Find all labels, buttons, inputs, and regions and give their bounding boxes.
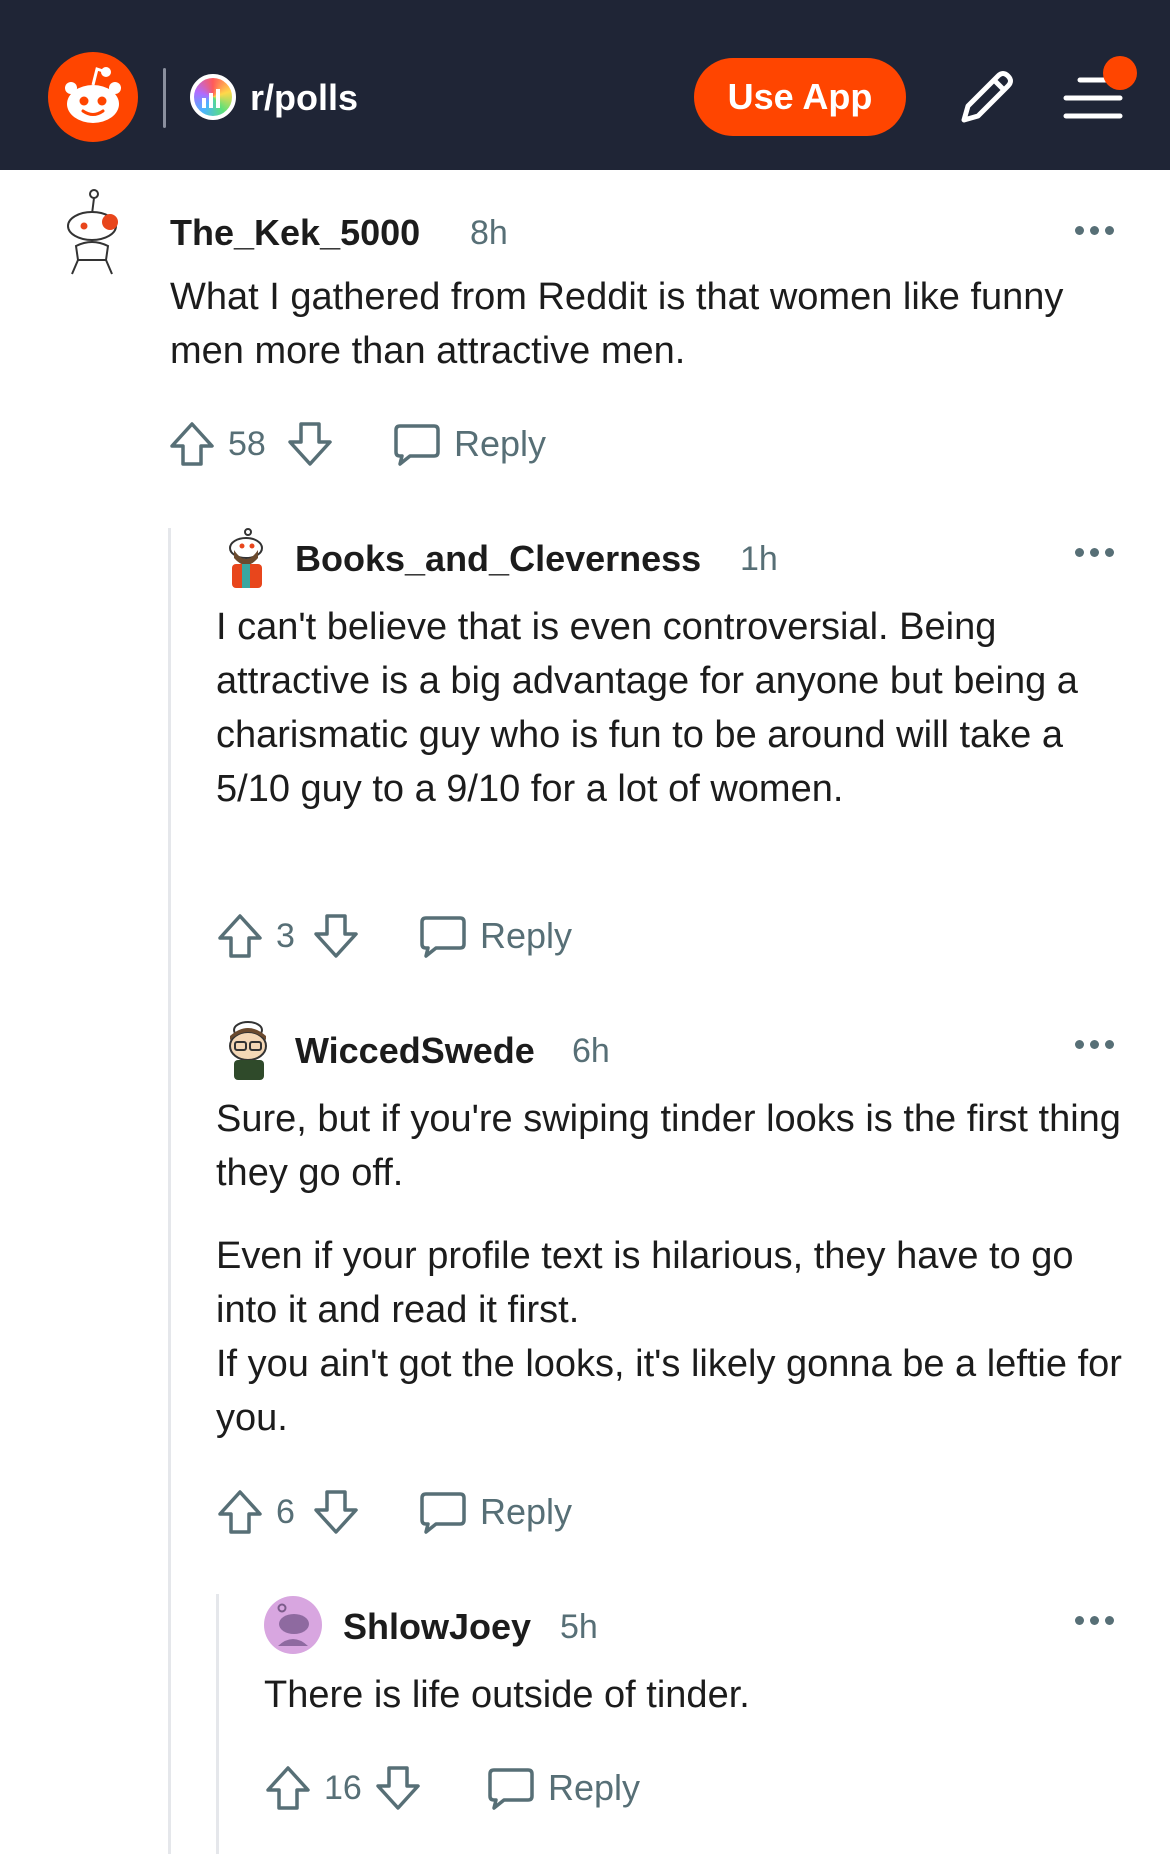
vote-score: 58 xyxy=(228,425,266,463)
avatar[interactable] xyxy=(220,528,274,590)
reply-button[interactable]: Reply xyxy=(486,1762,656,1816)
more-options-icon[interactable] xyxy=(1075,543,1125,563)
comment-username[interactable]: ShlowJoey xyxy=(343,1605,531,1649)
comment-timestamp: 6h xyxy=(572,1032,610,1070)
comment-username[interactable]: Books_and_Cleverness xyxy=(295,537,701,581)
downvote-icon[interactable] xyxy=(312,912,360,960)
more-options-icon[interactable] xyxy=(1075,1611,1125,1631)
avatar[interactable] xyxy=(264,1596,322,1654)
upvote-icon[interactable] xyxy=(216,912,264,960)
vote-score: 3 xyxy=(276,917,295,955)
downvote-icon[interactable] xyxy=(312,1488,360,1536)
upvote-icon[interactable] xyxy=(264,1764,312,1812)
reply-label: Reply xyxy=(480,915,573,956)
top-bar: r/polls Use App xyxy=(0,0,1170,170)
more-options-icon[interactable] xyxy=(1075,221,1125,241)
comment-body: There is life outside of tinder. xyxy=(264,1674,750,1716)
vote-score: 6 xyxy=(276,1493,295,1531)
comment-timestamp: 5h xyxy=(560,1608,598,1646)
comment-actions: 3 Reply xyxy=(216,910,636,964)
reply-label: Reply xyxy=(480,1491,573,1532)
header-divider xyxy=(163,68,166,128)
comment-username[interactable]: The_Kek_5000 xyxy=(170,211,420,255)
reply-label: Reply xyxy=(454,423,547,464)
upvote-icon[interactable] xyxy=(168,420,216,468)
comment-actions: 58 Reply xyxy=(168,418,588,472)
downvote-icon[interactable] xyxy=(286,420,334,468)
more-options-icon[interactable] xyxy=(1075,1035,1125,1055)
avatar[interactable] xyxy=(56,186,126,278)
comment-actions: 6 Reply xyxy=(216,1486,636,1540)
thread-line[interactable] xyxy=(168,528,171,1854)
thread-line[interactable] xyxy=(216,1594,219,1854)
reddit-logo-icon[interactable] xyxy=(48,52,138,142)
comment-timestamp: 8h xyxy=(470,214,508,252)
comment-body: If you ain't got the looks, it's likely … xyxy=(216,1343,1122,1439)
reply-button[interactable]: Reply xyxy=(418,1486,588,1540)
avatar[interactable] xyxy=(222,1018,276,1082)
comment-body: What I gathered from Reddit is that wome… xyxy=(170,276,1064,372)
vote-score: 16 xyxy=(324,1769,362,1807)
comment-body: Sure, but if you're swiping tinder looks… xyxy=(216,1098,1121,1194)
upvote-icon[interactable] xyxy=(216,1488,264,1536)
comment-body: I can't believe that is even controversi… xyxy=(216,606,1078,810)
reply-button[interactable]: Reply xyxy=(392,418,562,472)
downvote-icon[interactable] xyxy=(374,1764,422,1812)
comment-body: Even if your profile text is hilarious, … xyxy=(216,1235,1074,1331)
comment-actions: 16 Reply xyxy=(264,1762,684,1816)
notification-dot xyxy=(1103,56,1137,90)
use-app-button[interactable]: Use App xyxy=(694,58,906,136)
reply-button[interactable]: Reply xyxy=(418,910,588,964)
subreddit-icon[interactable] xyxy=(190,74,236,120)
comment-timestamp: 1h xyxy=(740,540,778,578)
reply-label: Reply xyxy=(548,1767,641,1808)
comment-username[interactable]: WiccedSwede xyxy=(295,1029,535,1073)
subreddit-name[interactable]: r/polls xyxy=(250,76,358,120)
pencil-icon[interactable] xyxy=(950,62,1020,132)
